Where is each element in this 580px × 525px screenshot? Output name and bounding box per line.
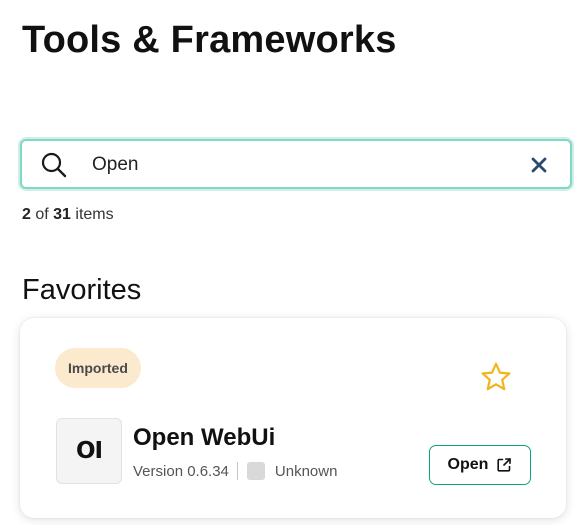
status-swatch-icon (246, 462, 265, 480)
meta-divider (236, 462, 238, 480)
page-title: Tools & Frameworks (22, 19, 397, 61)
star-outline-icon[interactable] (480, 361, 512, 393)
open-button[interactable]: Open (429, 445, 531, 485)
app-logo: OI (56, 418, 122, 484)
result-count: 2 of 31 items (22, 206, 114, 224)
app-meta: Version 0.6.34 Unknown (133, 462, 337, 480)
search-input[interactable] (92, 150, 512, 180)
tool-card: Imported OI Open WebUi Version 0.6.34 Un… (20, 318, 566, 518)
result-of-label: of (35, 206, 49, 223)
imported-badge: Imported (55, 348, 141, 388)
result-shown-count: 2 (22, 206, 31, 223)
search-icon (41, 152, 67, 178)
close-icon[interactable] (530, 156, 548, 174)
search-box[interactable] (20, 139, 572, 189)
open-button-label: Open (447, 456, 489, 473)
app-version: Version 0.6.34 (133, 462, 229, 480)
app-name: Open WebUi (133, 424, 276, 451)
favorites-heading: Favorites (22, 274, 142, 306)
tools-frameworks-page: Tools & Frameworks 2 of 31 items Favorit… (0, 0, 580, 525)
app-status: Unknown (274, 462, 338, 480)
result-items-label: items (75, 206, 114, 223)
external-link-icon (497, 458, 512, 472)
result-total-count: 31 (53, 206, 71, 223)
